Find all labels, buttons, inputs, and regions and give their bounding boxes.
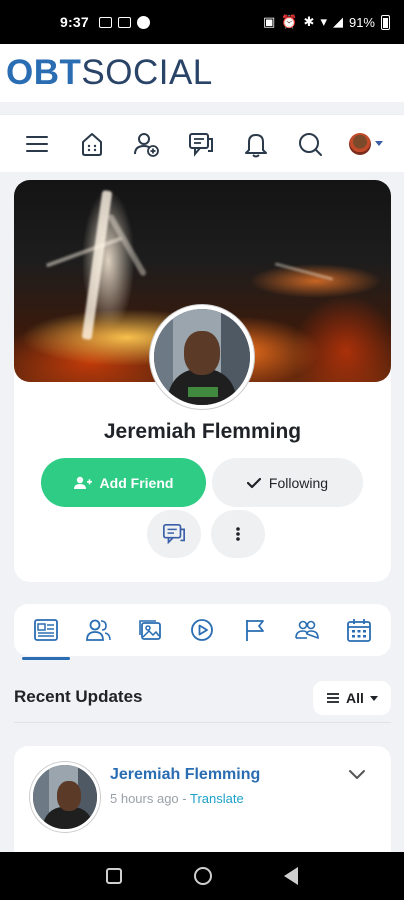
post-author-link[interactable]: Jeremiah Flemming	[110, 766, 260, 784]
add-user-icon	[73, 476, 92, 489]
logo-part-1: OBT	[6, 53, 82, 92]
following-button[interactable]: Following	[212, 458, 363, 507]
profile-tabs	[14, 604, 391, 660]
messages-icon	[188, 132, 213, 157]
avatar	[348, 132, 371, 155]
play-circle-icon	[191, 619, 214, 641]
check-icon	[246, 477, 261, 488]
menu-button[interactable]	[21, 128, 53, 160]
battery-icon	[381, 14, 390, 30]
profile-card: Jeremiah Flemming Add Friend Following	[14, 180, 391, 582]
home-icon	[81, 132, 102, 156]
message-button[interactable]	[147, 510, 201, 558]
recent-updates-heading: Recent Updates	[14, 687, 143, 706]
bell-icon	[244, 133, 267, 157]
users-icon	[86, 619, 112, 641]
message-notification-icon	[98, 16, 112, 28]
back-button[interactable]	[284, 867, 298, 885]
app-notification-icon	[136, 15, 150, 29]
user-menu-button[interactable]	[348, 132, 383, 155]
add-friend-button[interactable]: Add Friend	[41, 458, 206, 507]
search-button[interactable]	[294, 128, 326, 160]
site-logo[interactable]: OBT SOCIAL	[6, 53, 213, 93]
battery-percent: 91%	[348, 14, 375, 30]
add-friend-label: Add Friend	[99, 474, 174, 491]
messages-icon	[163, 523, 185, 545]
post-meta: 5 hours ago - Translate	[110, 791, 244, 806]
translate-link[interactable]: Translate	[190, 791, 244, 806]
messages-button[interactable]	[185, 128, 217, 160]
friend-requests-button[interactable]	[130, 128, 162, 160]
flag-icon	[245, 620, 264, 641]
post-author-avatar[interactable]	[30, 762, 100, 832]
tab-friends[interactable]	[80, 612, 116, 648]
post-card: Jeremiah Flemming 5 hours ago - Translat…	[14, 746, 391, 866]
wifi-icon: ▾	[320, 14, 327, 29]
chevron-down-icon	[349, 770, 365, 779]
home-system-button[interactable]	[194, 867, 212, 885]
tab-photos[interactable]	[132, 612, 168, 648]
photos-icon	[139, 620, 162, 640]
status-time: 9:37	[60, 14, 89, 30]
bluetooth-icon: ✱	[303, 14, 315, 29]
tab-pages[interactable]	[237, 612, 273, 648]
signal-icon: ◢	[332, 14, 343, 29]
chevron-down-icon	[374, 141, 383, 146]
divider	[14, 722, 391, 723]
main-navbar	[0, 114, 404, 172]
menu-icon	[26, 135, 49, 152]
status-bar: 9:37 ▣ ⏰ ✱ ▾ ◢ 91%	[0, 0, 404, 44]
tab-groups[interactable]	[289, 612, 325, 648]
group-icon	[294, 620, 319, 640]
status-system-icons: ▣ ⏰ ✱ ▾ ◢ 91%	[263, 14, 390, 30]
calendar-icon	[347, 619, 371, 642]
add-user-icon	[134, 132, 160, 157]
filter-dropdown[interactable]: All	[313, 681, 391, 715]
tab-events[interactable]	[341, 612, 377, 648]
profile-picture[interactable]	[150, 305, 254, 409]
recent-apps-button[interactable]	[106, 868, 122, 884]
chevron-down-icon	[369, 695, 378, 701]
search-icon	[299, 132, 323, 156]
post-time: 5 hours ago	[110, 791, 179, 806]
logo-part-2: SOCIAL	[81, 53, 213, 92]
list-icon	[327, 693, 340, 703]
filter-label: All	[346, 690, 364, 706]
alarm-icon: ⏰	[281, 14, 298, 29]
system-navigation-bar	[0, 852, 404, 900]
more-vertical-icon	[236, 527, 240, 541]
post-options-button[interactable]	[348, 768, 366, 786]
more-options-button[interactable]	[211, 510, 265, 558]
status-notification-icons	[98, 15, 150, 29]
tab-videos[interactable]	[184, 612, 220, 648]
following-label: Following	[268, 474, 329, 491]
newspaper-icon	[34, 619, 58, 641]
tab-timeline[interactable]	[22, 612, 71, 660]
home-button[interactable]	[76, 128, 108, 160]
gmail-notification-icon	[117, 16, 131, 28]
post-meta-separator: -	[178, 791, 190, 806]
nfc-icon: ▣	[263, 14, 276, 29]
notifications-button[interactable]	[240, 128, 272, 160]
brand-header: OBT SOCIAL	[0, 44, 404, 102]
profile-name: Jeremiah Flemming	[103, 420, 302, 443]
